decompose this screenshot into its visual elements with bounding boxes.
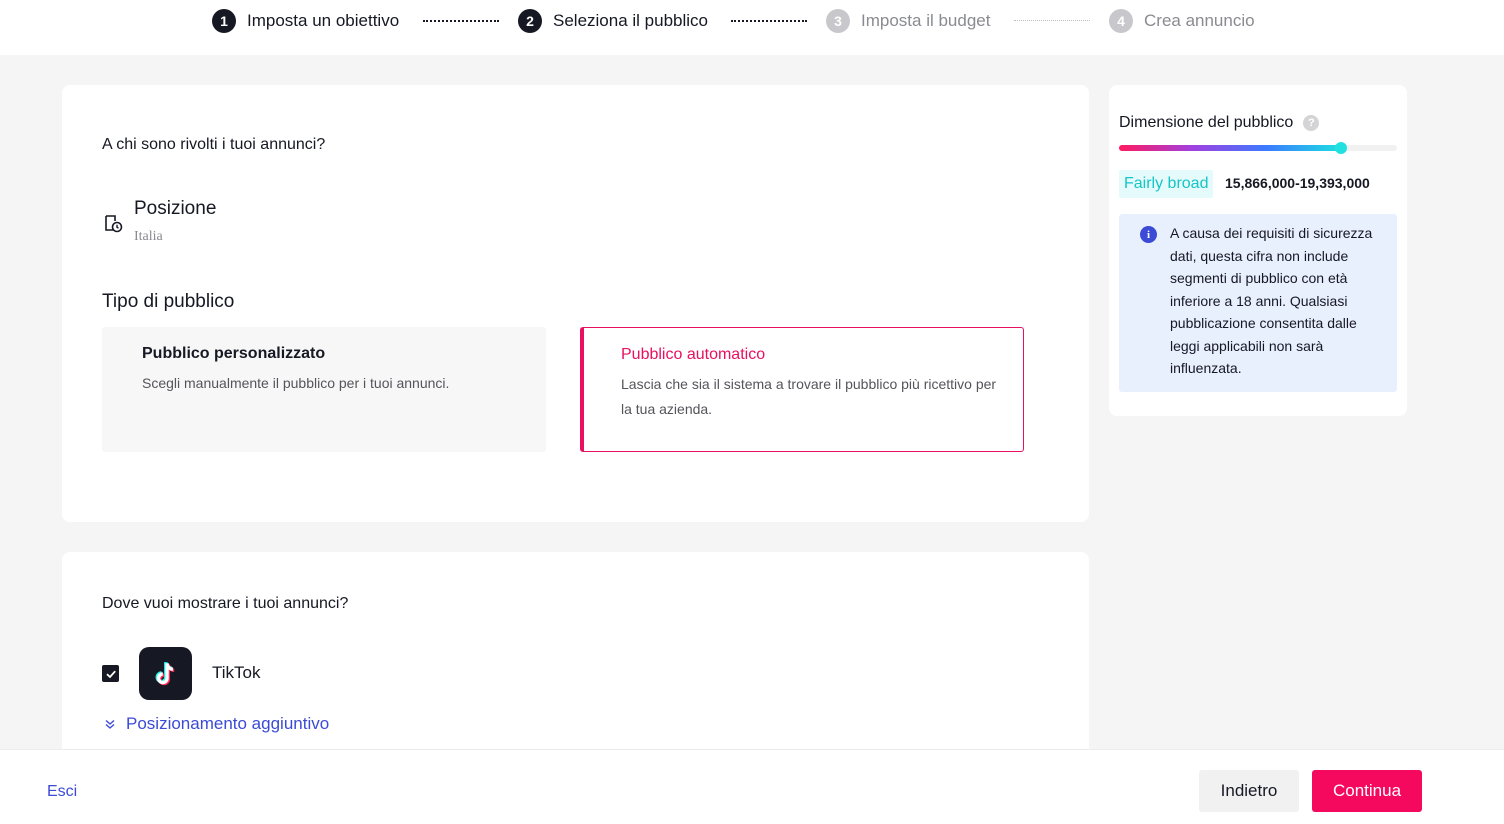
step-3-label: Imposta il budget [861, 11, 991, 30]
exit-link[interactable]: Esci [47, 783, 77, 801]
audience-size-range: 15,866,000-19,393,000 [1225, 175, 1370, 191]
audience-card: A chi sono rivolti i tuoi annunci? Posiz… [62, 85, 1089, 522]
step-1-label: Imposta un obiettivo [247, 11, 400, 30]
tiktok-label: TikTok [212, 663, 261, 682]
automatic-audience-title: Pubblico automatico [621, 346, 766, 363]
audience-question: A chi sono rivolti i tuoi annunci? [102, 136, 326, 153]
custom-audience-title: Pubblico personalizzato [142, 345, 326, 362]
data-security-notice: i A causa dei requisiti di sicurezza dat… [1119, 214, 1397, 392]
placement-question: Dove vuoi mostrare i tuoi annunci? [102, 595, 349, 612]
help-icon[interactable]: ? [1303, 115, 1320, 131]
step-1: 1 Imposta un obiettivo [212, 8, 399, 34]
location-value[interactable]: Italia [134, 229, 163, 245]
step-4: 4 Crea annuncio [1109, 8, 1255, 34]
tiktok-checkbox[interactable] [102, 665, 119, 682]
footer-bar: Esci Indietro Continua [0, 749, 1504, 824]
step-2-label: Seleziona il pubblico [553, 11, 708, 30]
step-2: 2 Seleziona il pubblico [518, 8, 708, 34]
tiktok-logo-icon [139, 647, 192, 700]
back-button[interactable]: Indietro [1199, 770, 1299, 812]
step-4-number: 4 [1109, 9, 1133, 33]
step-connector-1 [423, 20, 499, 22]
audience-size-header: Dimensione del pubblico ? [1119, 114, 1320, 132]
step-3-number: 3 [826, 9, 850, 33]
placement-card: Dove vuoi mostrare i tuoi annunci? TikTo… [62, 552, 1089, 762]
step-connector-3 [1014, 20, 1090, 21]
progress-stepper: 1 Imposta un obiettivo 2 Seleziona il pu… [0, 0, 1504, 55]
audience-type-title: Tipo di pubblico [102, 291, 235, 312]
additional-placement-link[interactable]: Posizionamento aggiuntivo [104, 714, 329, 734]
custom-audience-description: Scegli manualmente il pubblico per i tuo… [142, 375, 450, 391]
audience-size-title: Dimensione del pubblico [1119, 114, 1294, 131]
audience-size-card: Dimensione del pubblico ? Fairly broad 1… [1109, 85, 1407, 416]
audience-size-meter-knob [1335, 142, 1347, 154]
step-1-number: 1 [212, 9, 236, 33]
additional-placement-label: Posizionamento aggiuntivo [126, 714, 330, 733]
check-icon [105, 670, 116, 678]
location-pin-icon [105, 215, 123, 233]
step-connector-2 [731, 20, 807, 22]
data-security-notice-text: A causa dei requisiti di sicurezza dati,… [1170, 225, 1373, 376]
double-chevron-down-icon [105, 719, 115, 729]
automatic-audience-description: Lascia che sia il sistema a trovare il p… [621, 376, 997, 417]
continue-button[interactable]: Continua [1312, 770, 1422, 812]
automatic-audience-option[interactable]: Pubblico automatico Lascia che sia il si… [580, 327, 1024, 452]
audience-size-meter [1119, 142, 1397, 154]
audience-size-meter-fill [1119, 145, 1341, 151]
step-2-number: 2 [518, 9, 542, 33]
audience-breadth-badge: Fairly broad [1119, 170, 1214, 198]
step-4-label: Crea annuncio [1144, 11, 1255, 30]
custom-audience-option[interactable]: Pubblico personalizzato Scegli manualmen… [102, 327, 546, 452]
step-3: 3 Imposta il budget [826, 8, 990, 34]
location-title: Posizione [134, 198, 217, 219]
info-icon: i [1140, 226, 1157, 243]
